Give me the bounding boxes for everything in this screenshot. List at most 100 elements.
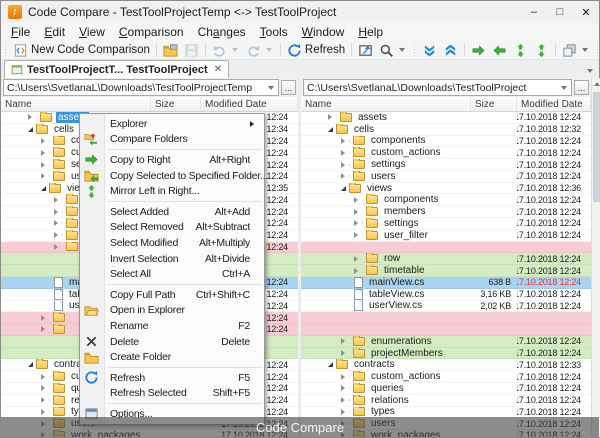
swap-panels-button[interactable] [355, 42, 376, 59]
tree-row[interactable]: settings 17.10.2018 12:24 [301, 218, 591, 230]
context-menu-item-select-all[interactable]: Select All Ctrl+A [80, 266, 264, 282]
chevron-down-icon[interactable] [231, 48, 238, 52]
menu-edit[interactable]: Edit [37, 24, 72, 40]
tree-row[interactable]: components 17.10.2018 12:24 [301, 194, 591, 207]
refresh-button[interactable]: Refresh [284, 42, 348, 59]
expand-arrow-icon[interactable] [354, 196, 363, 203]
copy-to-left-button[interactable] [489, 42, 510, 59]
folder-comparison-button[interactable] [160, 42, 181, 59]
collapse-arrow-icon[interactable] [28, 126, 33, 132]
expand-arrow-icon[interactable] [41, 397, 50, 404]
left-browse-button[interactable]: ... [281, 80, 296, 95]
collapse-arrow-icon[interactable] [41, 185, 46, 191]
search-button[interactable] [376, 42, 410, 59]
tree-row[interactable]: components 17.10.2018 12:24 [301, 135, 591, 148]
menu-window[interactable]: Window [295, 24, 352, 40]
expand-arrow-icon[interactable] [354, 267, 363, 274]
chevron-down-icon[interactable] [561, 85, 567, 90]
menu-comparison[interactable]: Comparison [112, 24, 191, 40]
context-menu-item-copy-to-right[interactable]: Copy to Right Alt+Right [80, 152, 264, 168]
undo-button[interactable] [209, 42, 243, 59]
collapse-arrow-icon[interactable] [328, 126, 333, 132]
chevron-down-icon[interactable] [268, 85, 274, 90]
tab-list-dropdown-icon[interactable] [587, 69, 593, 73]
expand-arrow-icon[interactable] [354, 255, 363, 262]
right-path-combobox[interactable]: C:\Users\SvetlanaL\Downloads\TestToolPro… [303, 79, 572, 96]
tree-row[interactable]: mainView.cs 638 B 17.10.2018 12:24 [301, 276, 591, 289]
tree-row[interactable]: users 17.10.2018 12:24 [301, 170, 591, 183]
tree-row[interactable]: row 17.10.2018 12:24 [301, 253, 591, 266]
chevron-down-icon[interactable] [399, 48, 406, 52]
tree-row[interactable]: enumerations 17.10.2018 12:24 [301, 335, 591, 348]
expand-arrow-icon[interactable] [341, 397, 350, 404]
column-header-modified-date[interactable]: Modified Date [201, 97, 298, 111]
tree-row[interactable]: timetable 17.10.2018 12:24 [301, 265, 591, 277]
tree-row-placeholder[interactable] [301, 312, 591, 325]
chevron-down-icon[interactable] [582, 48, 589, 52]
context-menu-item-rename[interactable]: Rename F2 [80, 318, 264, 334]
column-header-size[interactable]: Size [151, 97, 201, 111]
expand-arrow-icon[interactable] [328, 114, 337, 121]
toolbar-grip[interactable] [412, 43, 418, 57]
context-menu-item-copy-selected-to-specified-folder[interactable]: Copy Selected to Specified Folder... [80, 168, 268, 184]
chevron-down-icon[interactable] [265, 48, 272, 52]
expand-arrow-icon[interactable] [341, 149, 350, 156]
expand-arrow-icon[interactable] [54, 243, 63, 250]
expand-arrow-icon[interactable] [54, 220, 63, 227]
context-menu-item-mirror-left-in-right[interactable]: Mirror Left in Right... [80, 183, 264, 199]
context-menu-item-select-removed[interactable]: Select Removed Alt+Subtract [80, 220, 264, 236]
menu-file[interactable]: File [4, 24, 37, 40]
context-menu-item-invert-selection[interactable]: Invert Selection Alt+Divide [80, 251, 264, 267]
column-header-name[interactable]: Name [301, 97, 471, 111]
tree-row[interactable]: views 17.10.2018 12:36 [301, 182, 591, 195]
scroll-up-icon[interactable] [592, 78, 600, 90]
expand-arrow-icon[interactable] [341, 408, 350, 415]
expand-arrow-icon[interactable] [41, 373, 50, 380]
next-change-button[interactable] [419, 42, 440, 59]
expand-arrow-icon[interactable] [341, 338, 350, 345]
tree-row[interactable]: cells 17.10.2018 12:32 [301, 123, 591, 136]
tree-row[interactable]: custom_actions 17.10.2018 12:24 [301, 147, 591, 160]
expand-arrow-icon[interactable] [41, 161, 50, 168]
menu-view[interactable]: View [72, 24, 112, 40]
new-comparison-button[interactable]: New Code Comparison [10, 42, 153, 59]
expand-arrow-icon[interactable] [341, 385, 350, 392]
expand-arrow-icon[interactable] [41, 137, 50, 144]
expand-arrow-icon[interactable] [341, 373, 350, 380]
tree-row[interactable]: contracts 17.10.2018 12:33 [301, 359, 591, 372]
expand-arrow-icon[interactable] [54, 196, 63, 203]
context-menu-item-explorer[interactable]: Explorer [80, 116, 264, 132]
right-browse-button[interactable]: ... [574, 80, 589, 95]
maximize-button[interactable]: □ [547, 1, 573, 23]
expand-arrow-icon[interactable] [354, 232, 363, 239]
collapse-arrow-icon[interactable] [341, 185, 346, 191]
collapse-arrow-icon[interactable] [28, 362, 33, 368]
context-menu-item-refresh-selected[interactable]: Refresh Selected Shift+F5 [80, 386, 264, 402]
tree-row[interactable]: settings 17.10.2018 12:24 [301, 159, 591, 171]
tree-row-placeholder[interactable] [301, 324, 591, 336]
expand-arrow-icon[interactable] [41, 408, 50, 415]
copy-to-right-button[interactable] [468, 42, 489, 59]
mirror-ltr-button[interactable] [510, 42, 531, 59]
mirror-rtl-button[interactable] [531, 42, 552, 59]
context-menu-item-delete[interactable]: Delete Delete [80, 334, 264, 350]
menu-changes[interactable]: Changes [191, 24, 253, 40]
toolbar-grip[interactable] [3, 43, 8, 57]
scrollbar-thumb[interactable] [593, 92, 600, 202]
expand-arrow-icon[interactable] [41, 385, 50, 392]
expand-arrow-icon[interactable] [341, 173, 350, 180]
expand-arrow-icon[interactable] [341, 161, 350, 168]
expand-arrow-icon[interactable] [41, 314, 50, 321]
expand-arrow-icon[interactable] [354, 220, 363, 227]
prev-change-button[interactable] [440, 42, 461, 59]
tree-row[interactable]: custom_actions 17.10.2018 12:24 [301, 371, 591, 383]
context-menu-item-compare-folders[interactable]: Compare Folders [80, 132, 264, 148]
left-path-combobox[interactable]: C:\Users\SvetlanaL\Downloads\TestToolPro… [3, 79, 279, 96]
context-menu-item-refresh[interactable]: Refresh F5 [80, 370, 264, 386]
menu-tools[interactable]: Tools [253, 24, 295, 40]
expand-arrow-icon[interactable] [54, 232, 63, 239]
expand-arrow-icon[interactable] [41, 149, 50, 156]
tree-row[interactable]: members 17.10.2018 12:24 [301, 206, 591, 219]
tree-row[interactable]: userView.cs 2,02 KB 17.10.2018 12:24 [301, 300, 591, 313]
context-menu-item-select-modified[interactable]: Select Modified Alt+Multiply [80, 235, 264, 251]
